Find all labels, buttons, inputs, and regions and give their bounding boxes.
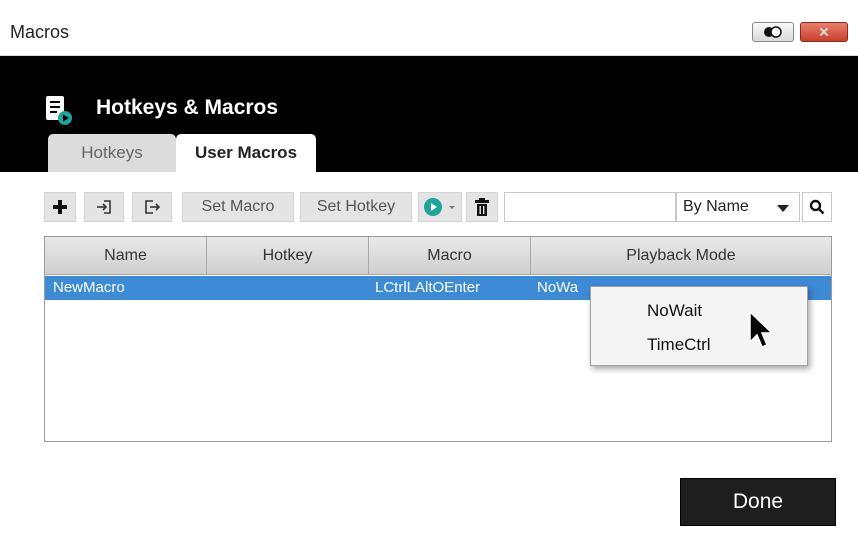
macro-document-play-icon (46, 96, 72, 125)
mouse-cursor-icon (749, 310, 774, 348)
chevron-down-icon (449, 206, 455, 209)
search-button[interactable] (802, 192, 832, 222)
app-header: Hotkeys & Macros Hotkeys User Macros (0, 56, 858, 172)
done-button[interactable]: Done (680, 478, 836, 526)
tab-user-macros[interactable]: User Macros (176, 134, 316, 172)
column-header-playback-mode[interactable]: Playback Mode (531, 237, 831, 275)
set-hotkey-button[interactable]: Set Hotkey (300, 192, 412, 222)
cell-macro: LCtrlLAltOEnter (375, 279, 481, 296)
trash-icon (475, 198, 489, 216)
cell-playback-mode[interactable]: NoWa (537, 276, 578, 300)
export-icon (145, 200, 160, 214)
delete-macro-button[interactable] (466, 192, 498, 222)
theme-toggle-button[interactable] (752, 22, 794, 42)
cell-name: NewMacro (53, 279, 125, 296)
add-macro-button[interactable] (44, 192, 76, 222)
menu-item-nowait[interactable]: NoWait (647, 301, 702, 321)
toggle-icon (764, 26, 782, 38)
play-icon (424, 198, 442, 216)
column-header-hotkey[interactable]: Hotkey (207, 237, 369, 275)
sort-select[interactable]: By Name (676, 192, 800, 222)
set-macro-button[interactable]: Set Macro (182, 192, 294, 222)
chevron-down-icon (777, 205, 789, 212)
search-input[interactable] (504, 192, 676, 222)
export-macro-button[interactable] (132, 192, 172, 222)
window-title: Macros (10, 22, 70, 42)
table-header: Name Hotkey Macro Playback Mode (45, 237, 831, 275)
import-macro-button[interactable] (84, 192, 124, 222)
window-title-bar: Macros ✕ (0, 0, 858, 56)
search-icon (809, 199, 825, 215)
play-macro-button[interactable] (418, 192, 462, 222)
sort-select-value: By Name (683, 198, 749, 215)
plus-icon (53, 200, 67, 214)
menu-item-timectrl[interactable]: TimeCtrl (647, 335, 711, 355)
column-header-macro[interactable]: Macro (369, 237, 531, 275)
close-icon: ✕ (818, 23, 830, 40)
column-header-name[interactable]: Name (45, 237, 207, 275)
tab-hotkeys[interactable]: Hotkeys (48, 134, 176, 172)
app-title: Hotkeys & Macros (96, 96, 279, 119)
import-icon (97, 200, 111, 214)
close-window-button[interactable]: ✕ (800, 22, 848, 42)
